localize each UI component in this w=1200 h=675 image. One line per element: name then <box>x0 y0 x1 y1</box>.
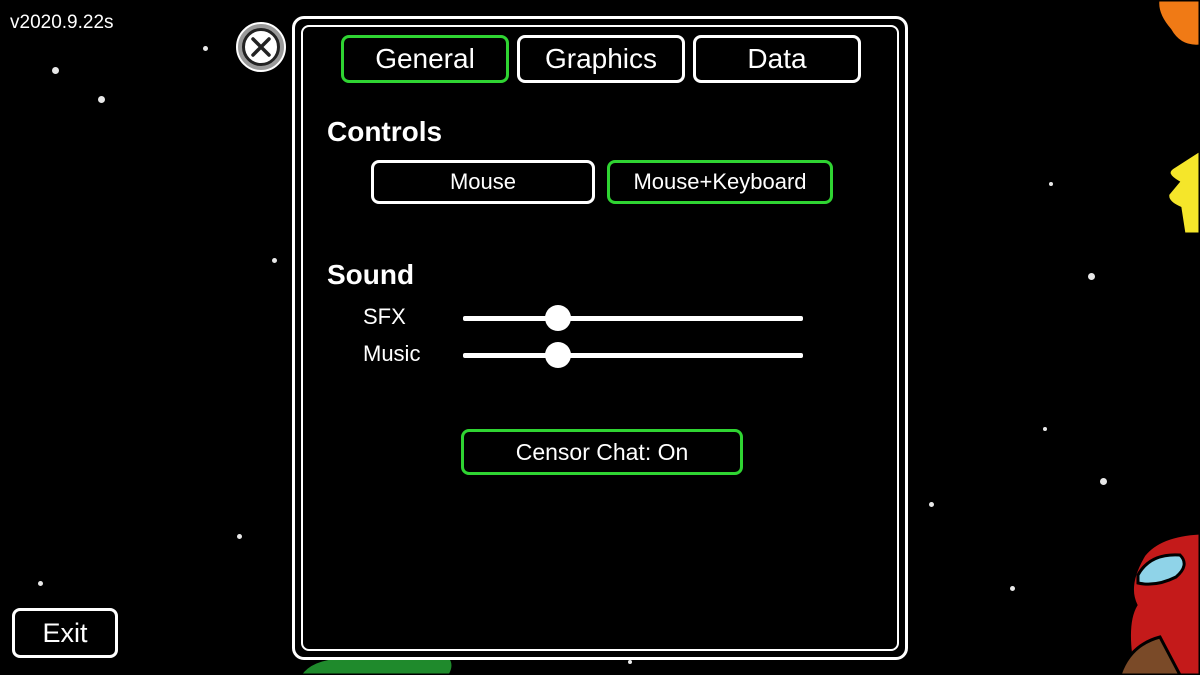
controls-mouse-keyboard-button[interactable]: Mouse+Keyboard <box>607 160 833 204</box>
star <box>52 67 59 74</box>
censor-chat-toggle[interactable]: Censor Chat: On <box>461 429 743 475</box>
close-icon <box>242 28 280 66</box>
orange-crewmate-decoration <box>1156 0 1200 48</box>
music-label: Music <box>363 341 421 366</box>
exit-button[interactable]: Exit <box>12 608 118 658</box>
star <box>1043 427 1047 431</box>
red-crewmate-decoration <box>1120 531 1200 675</box>
star <box>1049 182 1053 186</box>
star <box>272 258 277 263</box>
music-slider-knob[interactable] <box>545 342 572 368</box>
controls-mouse-button[interactable]: Mouse <box>371 160 595 204</box>
settings-panel: General Graphics Data Controls Mouse Mou… <box>292 16 908 660</box>
tab-graphics[interactable]: Graphics <box>517 35 685 83</box>
star <box>237 534 242 539</box>
star <box>929 502 934 507</box>
music-slider[interactable] <box>463 342 803 368</box>
yellow-crewmate-decoration <box>1166 150 1200 234</box>
sfx-slider[interactable] <box>463 305 803 331</box>
sound-heading: Sound <box>327 259 415 290</box>
controls-heading: Controls <box>327 116 443 147</box>
star <box>98 96 105 103</box>
tab-general[interactable]: General <box>341 35 509 83</box>
star <box>1088 273 1095 280</box>
star <box>38 581 43 586</box>
star <box>203 46 208 51</box>
sfx-label: SFX <box>363 304 406 329</box>
close-button[interactable] <box>236 22 286 72</box>
settings-screen: v2020.9.22s Exit General Graphics Data C… <box>0 0 1200 675</box>
star <box>628 660 632 664</box>
sfx-slider-knob[interactable] <box>545 305 572 331</box>
star <box>1100 478 1107 485</box>
version-label: v2020.9.22s <box>10 12 114 33</box>
tab-data[interactable]: Data <box>693 35 861 83</box>
star <box>1010 586 1015 591</box>
